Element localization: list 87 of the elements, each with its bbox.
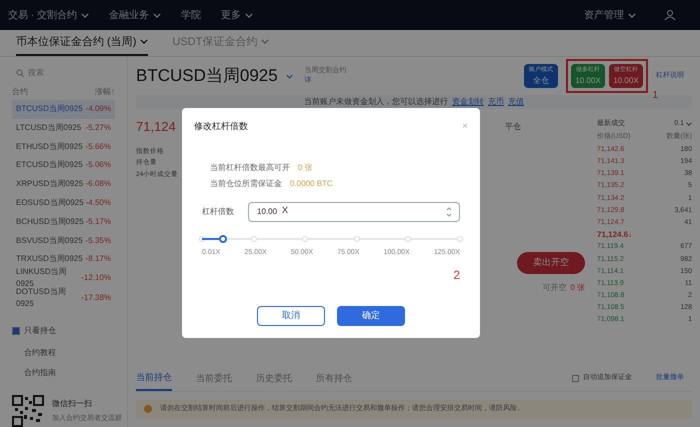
warning-icon bbox=[144, 405, 152, 413]
notice-link[interactable]: 资金划转 bbox=[452, 97, 484, 106]
qr-title: 微信扫一扫 bbox=[52, 398, 93, 410]
sidebar-link[interactable]: 合约教程 bbox=[12, 347, 115, 360]
trade-tab[interactable]: 平仓 bbox=[505, 121, 521, 133]
annotation-number: 1 bbox=[652, 89, 658, 103]
contract-row[interactable]: XRPUSD当周0925 -6.08% bbox=[12, 174, 115, 194]
change-percent: -12.10% bbox=[81, 272, 111, 284]
checkbox[interactable] bbox=[12, 327, 20, 336]
info-value: 0 张 bbox=[298, 162, 313, 174]
contract-name: LINKUSD当周0925 bbox=[16, 266, 68, 288]
last-trade-price: 71,124.6↓ bbox=[597, 229, 632, 242]
search-icon bbox=[16, 68, 24, 77]
position-tab[interactable]: 当前委托 bbox=[196, 366, 232, 391]
contract-title: BTCUSD当周0925 bbox=[136, 65, 278, 88]
contract-name: EOSUSD当周0925 bbox=[16, 196, 84, 209]
nav-item[interactable]: 金融业务 bbox=[108, 8, 161, 22]
sidebar-link[interactable]: 合约指南 bbox=[12, 367, 115, 380]
contract-name: BSVUSD当周0925 bbox=[16, 234, 83, 247]
contract-row[interactable]: ETCUSD当周0925 -5.06% bbox=[12, 156, 115, 175]
checkbox-label: 只看持仓 bbox=[24, 325, 56, 338]
position-tab[interactable]: 历史委托 bbox=[256, 366, 292, 391]
contract-row[interactable]: BSVUSD当周0925 -5.35% bbox=[12, 231, 115, 250]
change-percent: -5.66% bbox=[86, 140, 111, 153]
change-percent: -17.38% bbox=[81, 292, 111, 304]
notice-link[interactable]: 充值 bbox=[508, 97, 524, 106]
contract-name: ETHUSD当周0925 bbox=[16, 140, 83, 153]
info-label: 当前仓位所需保证金 bbox=[210, 178, 282, 190]
available-value: 0 张 bbox=[570, 282, 585, 294]
caret-icon bbox=[140, 39, 148, 44]
contract-name: BCHUSD当周0925 bbox=[16, 216, 84, 228]
position-tab[interactable]: 所有持仓 bbox=[316, 366, 352, 391]
nav-item[interactable]: 交易 · 交割合约 bbox=[8, 8, 89, 22]
caret-icon bbox=[628, 12, 636, 18]
contract-row[interactable]: LTCUSD当周0925 -5.27% bbox=[12, 118, 115, 138]
nav-item[interactable]: 学院 bbox=[180, 8, 201, 22]
last-price: 71,124 bbox=[136, 118, 176, 136]
notice-link[interactable]: 充币 bbox=[488, 97, 504, 106]
spinner-icon bbox=[446, 206, 452, 218]
caret-icon bbox=[686, 122, 692, 126]
position-tab[interactable]: 当前持仓 bbox=[136, 366, 172, 391]
nav-item[interactable]: 更多 bbox=[220, 8, 253, 22]
info-value: 0.0000 BTC bbox=[290, 178, 333, 190]
change-percent: -5.35% bbox=[86, 234, 111, 247]
user-icon bbox=[664, 9, 676, 21]
search-field[interactable]: 搜索 bbox=[28, 66, 108, 79]
account-menu[interactable]: 资产管理 bbox=[584, 8, 636, 22]
contract-row[interactable]: LINKUSD当周0925 -12.10% bbox=[12, 268, 115, 288]
change-percent: -6.08% bbox=[86, 178, 111, 190]
contract-name: DOTUSD当周0925 bbox=[16, 286, 67, 310]
contract-row[interactable]: TRXUSD当周0925 -8.17% bbox=[12, 250, 115, 269]
annotation-number: 2 bbox=[453, 267, 460, 284]
change-percent: -5.17% bbox=[86, 216, 111, 228]
field-label: 杠杆倍数 bbox=[202, 206, 235, 218]
contract-row[interactable]: BTCUSD当周0925 -4.09% bbox=[12, 100, 115, 119]
contract-row[interactable]: ETHUSD当周0925 -5.66% bbox=[12, 137, 115, 156]
column-header: 涨幅↑ bbox=[95, 86, 115, 98]
contract-name: ETCUSD当周0925 bbox=[16, 159, 83, 172]
unit-label: X bbox=[282, 206, 288, 214]
change-percent: -4.09% bbox=[86, 103, 111, 116]
available-label: 可开空 bbox=[542, 282, 566, 294]
contract-type-tab[interactable]: 币本位保证金合约 (当周) bbox=[16, 34, 148, 56]
caret-icon bbox=[286, 74, 293, 78]
caret-icon bbox=[261, 39, 270, 44]
dialog-title: 修改杠杆倍数 bbox=[194, 120, 248, 133]
notice-text: 当前账户未做资金划入，您可以选择进行 资金划转 充币 充值 bbox=[304, 96, 524, 108]
change-percent: -8.17% bbox=[86, 253, 111, 266]
slider-thumb[interactable] bbox=[218, 234, 227, 242]
contract-name: XRPUSD当周0925 bbox=[16, 178, 84, 190]
contract-name: BTCUSD当周0925 bbox=[16, 103, 83, 116]
cancel-button[interactable]: 取消 bbox=[257, 306, 325, 326]
change-percent: -5.06% bbox=[86, 159, 111, 172]
contract-row[interactable]: EOSUSD当周0925 -4.50% bbox=[12, 194, 115, 212]
slider-track[interactable] bbox=[202, 234, 460, 244]
qr-code-icon bbox=[12, 395, 44, 427]
contract-name: LTCUSD当周0925 bbox=[16, 122, 82, 134]
contract-type-tab[interactable]: USDT保证金合约 bbox=[172, 34, 270, 56]
info-label: 当前杠杆倍数最高可开 bbox=[210, 162, 290, 174]
contract-row[interactable]: BCHUSD当周0925 -5.17% bbox=[12, 212, 115, 232]
change-percent: -4.50% bbox=[86, 196, 111, 209]
confirm-button[interactable]: 确定 bbox=[337, 306, 405, 326]
contract-row[interactable]: DOTUSD当周0925 -17.38% bbox=[12, 288, 115, 308]
sell-button[interactable]: 卖出开空 bbox=[517, 252, 585, 274]
contract-name: TRXUSD当周0925 bbox=[16, 253, 83, 266]
column-header: 合约 bbox=[12, 86, 28, 98]
change-percent: -5.27% bbox=[86, 122, 111, 134]
checkbox[interactable] bbox=[572, 375, 579, 382]
